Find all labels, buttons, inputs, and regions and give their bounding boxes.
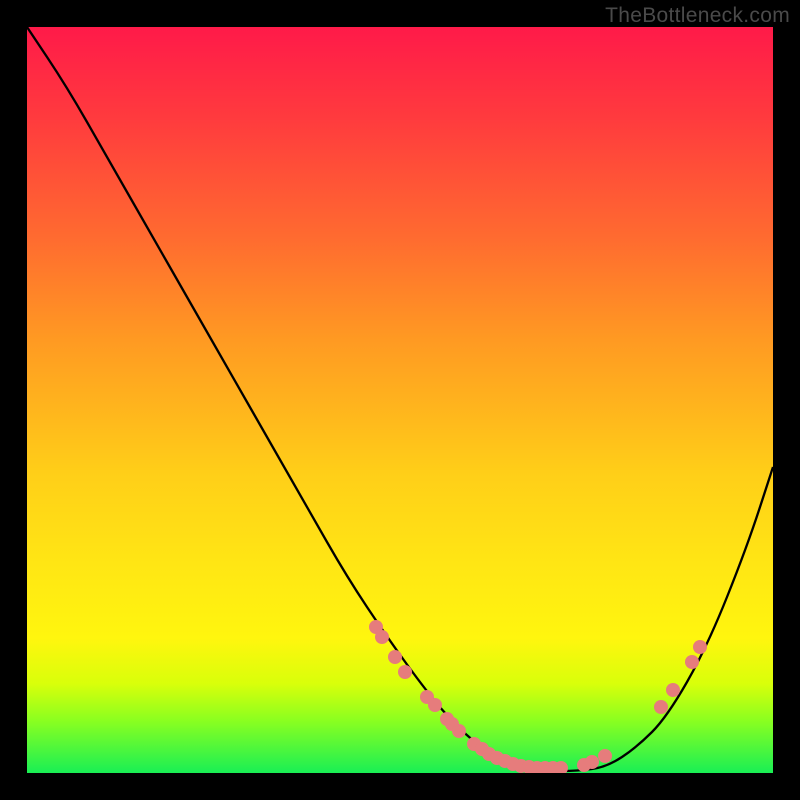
- data-marker: [452, 724, 466, 738]
- data-marker: [398, 665, 412, 679]
- data-marker: [598, 749, 612, 763]
- data-marker: [685, 655, 699, 669]
- data-marker: [388, 650, 402, 664]
- data-marker: [666, 683, 680, 697]
- data-marker: [585, 755, 599, 769]
- data-marker: [654, 700, 668, 714]
- chart-plot-area: [27, 27, 773, 773]
- watermark-text: TheBottleneck.com: [605, 4, 790, 28]
- data-marker: [375, 630, 389, 644]
- data-marker: [428, 698, 442, 712]
- chart-svg-overlay: [27, 27, 773, 773]
- data-marker: [693, 640, 707, 654]
- marker-group: [369, 620, 707, 773]
